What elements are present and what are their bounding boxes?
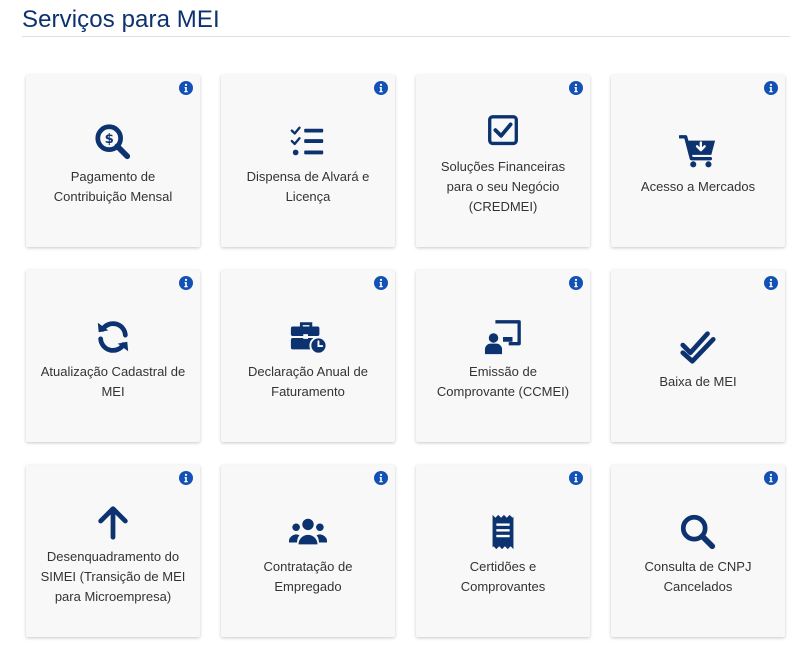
service-card-atualizacao-cadastral[interactable]: Atualização Cadastral de MEI (26, 270, 200, 442)
search-icon (680, 514, 716, 550)
service-label: Emissão de Comprovante (CCMEI) (436, 364, 570, 399)
search-dollar-icon: $ (95, 124, 131, 160)
service-card-consulta-cnpj[interactable]: Consulta de CNPJ Cancelados (611, 465, 785, 637)
cart-download-icon (679, 135, 716, 168)
service-label: Desenquadramento do SIMEI (Transição de … (40, 549, 186, 604)
services-grid: $ Pagamento de Contribuição Mensal Dispe… (26, 75, 788, 637)
service-label: Dispensa de Alvará e Licença (246, 169, 370, 204)
service-card-solucoes-financeiras[interactable]: Soluções Financeiras para o seu Negócio … (416, 75, 590, 247)
checklist-icon (290, 126, 324, 156)
service-card-desenquadramento[interactable]: Desenquadramento do SIMEI (Transição de … (26, 465, 200, 637)
title-divider (22, 36, 790, 37)
service-label: Acesso a Mercados (640, 179, 756, 194)
service-card-pagamento-contribuicao[interactable]: $ Pagamento de Contribuição Mensal (26, 75, 200, 247)
service-card-baixa-mei[interactable]: Baixa de MEI (611, 270, 785, 442)
service-card-certidoes-comprovantes[interactable]: Certidões e Comprovantes (416, 465, 590, 637)
arrow-up-icon (98, 506, 128, 540)
service-card-dispensa-alvara[interactable]: Dispensa de Alvará e Licença (221, 75, 395, 247)
service-card-contratacao-empregado[interactable]: Contratação de Empregado (221, 465, 395, 637)
double-check-icon (680, 331, 716, 364)
service-label: Certidões e Comprovantes (460, 559, 546, 594)
service-label: Baixa de MEI (659, 374, 737, 389)
page-title: Serviços para MEI (22, 6, 220, 33)
service-label: Declaração Anual de Faturamento (248, 364, 368, 399)
service-label: Soluções Financeiras para o seu Negócio … (440, 159, 566, 214)
service-card-acesso-mercados[interactable]: Acesso a Mercados (611, 75, 785, 247)
service-label: Pagamento de Contribuição Mensal (53, 169, 173, 204)
service-card-emissao-comprovante[interactable]: Emissão de Comprovante (CCMEI) (416, 270, 590, 442)
chalkboard-user-icon (484, 320, 521, 355)
business-time-icon (290, 322, 327, 355)
check-square-icon (488, 115, 518, 146)
receipt-icon (492, 514, 514, 550)
service-label: Contratação de Empregado (263, 559, 353, 594)
svg-text:$: $ (105, 132, 114, 147)
service-label: Atualização Cadastral de MEI (40, 364, 186, 399)
sync-icon (97, 321, 129, 353)
service-label: Consulta de CNPJ Cancelados (644, 559, 752, 594)
service-card-declaracao-anual[interactable]: Declaração Anual de Faturamento (221, 270, 395, 442)
users-icon (289, 518, 327, 545)
